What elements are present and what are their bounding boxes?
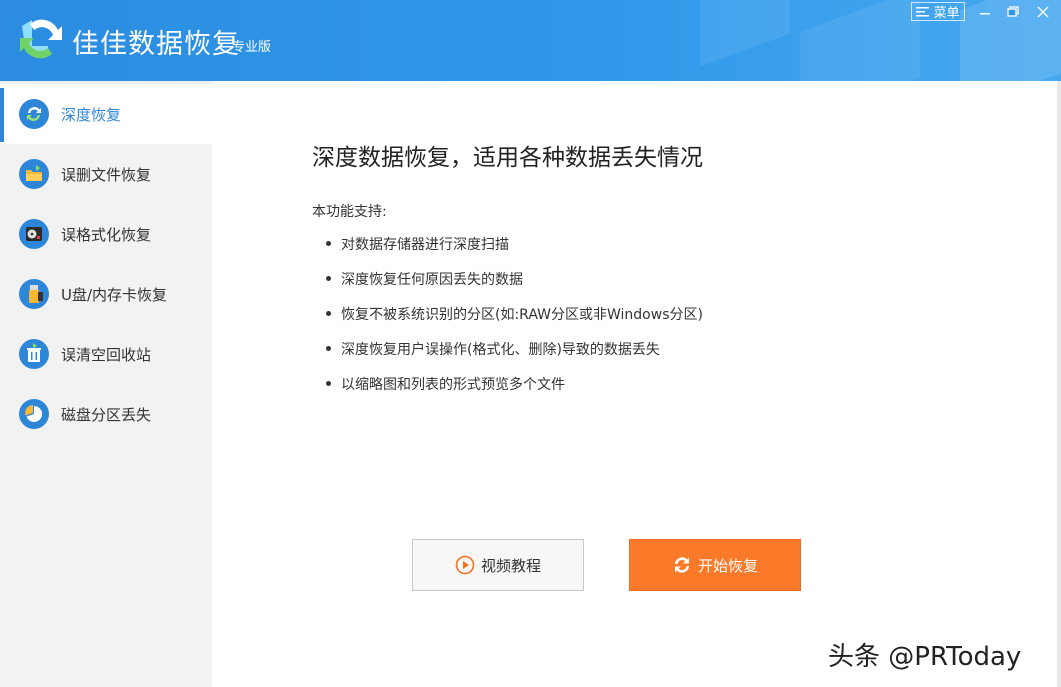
- app-title: 佳佳数据恢复: [72, 29, 240, 60]
- partition-pie-icon: [19, 399, 49, 429]
- sidebar-item-label: 误清空回收站: [61, 345, 152, 364]
- list-item: 以缩略图和列表的形式预览多个文件: [326, 374, 703, 409]
- restore-icon[interactable]: [1004, 4, 1022, 20]
- usb-drive-icon: [19, 279, 49, 309]
- menu-button[interactable]: 菜单: [911, 2, 965, 21]
- play-icon: [455, 555, 475, 575]
- refresh-icon: [19, 99, 49, 129]
- feature-text: 深度恢复任何原因丢失的数据: [341, 272, 523, 288]
- list-item: 深度恢复任何原因丢失的数据: [326, 269, 703, 304]
- bullet-icon: [326, 241, 331, 246]
- feature-list: 对数据存储器进行深度扫描 深度恢复任何原因丢失的数据 恢复不被系统识别的分区(如…: [326, 234, 703, 409]
- title-bar: 佳佳数据恢复 专业版 菜单: [0, 0, 1061, 81]
- sidebar-item-label: 深度恢复: [61, 105, 122, 124]
- bullet-icon: [326, 381, 331, 386]
- sidebar-item-format-recovery[interactable]: 误格式化恢复: [0, 204, 212, 264]
- sidebar-item-recycle-bin[interactable]: 误清空回收站: [0, 324, 212, 384]
- sidebar-item-usb-recovery[interactable]: U盘/内存卡恢复: [0, 264, 212, 324]
- app-logo-icon: [20, 19, 62, 59]
- video-tutorial-label: 视频教程: [480, 556, 541, 575]
- support-label: 本功能支持:: [312, 204, 387, 220]
- bg-decoration: [700, 0, 790, 67]
- list-item: 对数据存储器进行深度扫描: [326, 234, 703, 269]
- list-item: 深度恢复用户误操作(格式化、删除)导致的数据丢失: [326, 339, 703, 374]
- window-edge: [1057, 81, 1061, 687]
- watermark-text: 头条 @PRToday: [828, 642, 1022, 672]
- page-title: 深度数据恢复，适用各种数据丢失情况: [312, 145, 703, 171]
- feature-text: 恢复不被系统识别的分区(如:RAW分区或非Windows分区): [341, 307, 703, 323]
- folder-restore-icon: [19, 159, 49, 189]
- menu-icon: [916, 7, 930, 17]
- sidebar: 深度恢复 误删文件恢复 误格式化恢复 U盘/内存卡恢复 误清空回收站 磁盘分区丢…: [0, 81, 212, 687]
- bullet-icon: [326, 311, 331, 316]
- bullet-icon: [326, 276, 331, 281]
- feature-text: 对数据存储器进行深度扫描: [341, 237, 509, 253]
- bullet-icon: [326, 346, 331, 351]
- bg-decoration: [800, 0, 920, 81]
- list-item: 恢复不被系统识别的分区(如:RAW分区或非Windows分区): [326, 304, 703, 339]
- close-icon[interactable]: [1034, 4, 1052, 20]
- sidebar-item-label: 磁盘分区丢失: [61, 405, 152, 424]
- sidebar-item-deep-recovery[interactable]: 深度恢复: [0, 84, 212, 144]
- disk-format-icon: [19, 219, 49, 249]
- feature-text: 深度恢复用户误操作(格式化、删除)导致的数据丢失: [341, 342, 660, 358]
- app-edition: 专业版: [232, 40, 272, 55]
- video-tutorial-button[interactable]: 视频教程: [412, 539, 584, 591]
- refresh-icon: [674, 557, 689, 573]
- start-recovery-label: 开始恢复: [697, 556, 758, 575]
- sidebar-item-deleted-files[interactable]: 误删文件恢复: [0, 144, 212, 204]
- sidebar-item-label: 误删文件恢复: [61, 165, 152, 184]
- menu-label: 菜单: [933, 6, 960, 21]
- sidebar-item-label: 误格式化恢复: [61, 225, 152, 244]
- sidebar-item-label: U盘/内存卡恢复: [61, 285, 168, 304]
- minimize-icon[interactable]: [976, 4, 994, 20]
- feature-text: 以缩略图和列表的形式预览多个文件: [341, 377, 565, 393]
- sidebar-item-partition-lost[interactable]: 磁盘分区丢失: [0, 384, 212, 444]
- recycle-bin-icon: [19, 339, 49, 369]
- start-recovery-button[interactable]: 开始恢复: [629, 539, 801, 591]
